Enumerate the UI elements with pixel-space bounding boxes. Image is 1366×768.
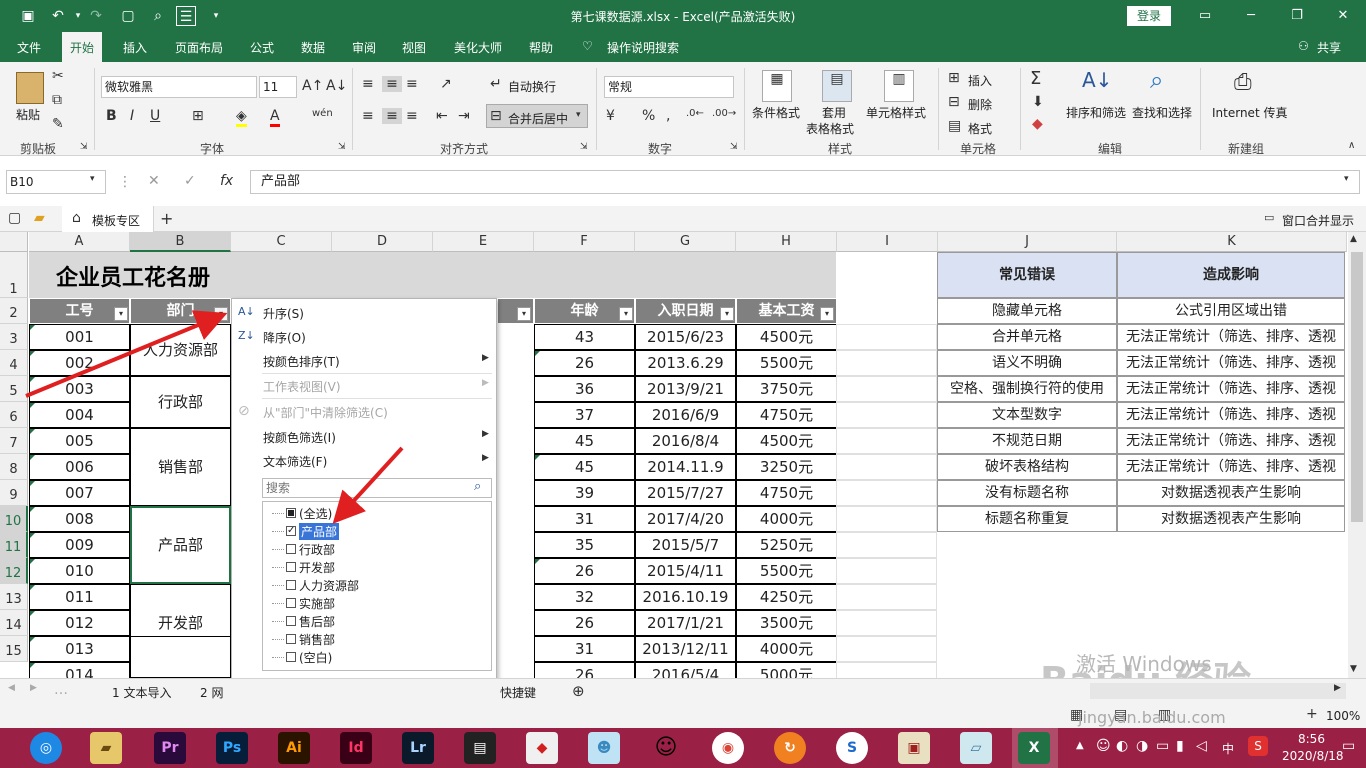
clock-date[interactable]: 2020/8/18 (1282, 749, 1344, 763)
status-bar: ▦ ▤ ▥ jingyan.baidu.com + 100% (0, 704, 1366, 728)
chrome-icon[interactable]: ◉ (712, 732, 744, 764)
tray-qq-icon[interactable]: ☺ (1096, 738, 1111, 754)
zoom-in-icon[interactable]: + (1306, 706, 1318, 722)
video-editor-icon[interactable]: ▤ (464, 732, 496, 764)
lightroom-icon[interactable]: Lr (402, 732, 434, 764)
clock-time[interactable]: 8:56 (1298, 732, 1325, 746)
notes-app-icon[interactable]: ▱ (960, 732, 992, 764)
taskbar: ◎ ▰ Pr Ps Ai Id Lr ▤ ◆ ☻ ☺ ◉ ↻ S ▣ ▱ X ▲… (0, 728, 1366, 768)
jingyan-url: jingyan.baidu.com (1078, 708, 1226, 727)
prev-sheet-icon[interactable]: ◀ (8, 683, 15, 693)
browser-360-icon[interactable]: ◎ (30, 732, 62, 764)
file-explorer-icon[interactable]: ▰ (90, 732, 122, 764)
indesign-icon[interactable]: Id (340, 732, 372, 764)
scroll-right-icon[interactable]: ▶ (1334, 683, 1341, 693)
sheet-tab-shortcuts[interactable]: 快捷键 (500, 684, 536, 701)
next-sheet-icon[interactable]: ▶ (30, 683, 37, 693)
sheet-tab-2[interactable]: 2 网 (200, 684, 223, 701)
network-icon[interactable]: ▮ (1176, 738, 1184, 754)
more-sheets-icon[interactable]: … (54, 682, 68, 698)
red-app-icon[interactable]: ◆ (526, 732, 558, 764)
cat-app-icon[interactable]: ☻ (588, 732, 620, 764)
excel-icon[interactable]: X (1018, 732, 1050, 764)
sogou-ime-icon[interactable]: S (1248, 736, 1268, 756)
sogou-icon[interactable]: S (836, 732, 868, 764)
qq-icon[interactable]: ☺ (650, 732, 682, 764)
horizontal-scrollbar[interactable] (1090, 683, 1346, 699)
red-arrow-to-item (332, 446, 404, 524)
add-sheet-icon[interactable]: ⊕ (572, 682, 585, 700)
notification-icon[interactable]: ▭ (1342, 738, 1355, 754)
illustrator-icon[interactable]: Ai (278, 732, 310, 764)
sheet-tab-1[interactable]: 1 文本导入 (112, 684, 171, 701)
zoom-level[interactable]: 100% (1326, 709, 1360, 723)
annotation-arrows (25, 310, 404, 524)
book-app-icon[interactable]: ▣ (898, 732, 930, 764)
orange-app-icon[interactable]: ↻ (774, 732, 806, 764)
tray-app2-icon[interactable]: ◑ (1136, 738, 1148, 754)
photoshop-icon[interactable]: Ps (216, 732, 248, 764)
tray-app3-icon[interactable]: ▭ (1156, 738, 1169, 754)
volume-icon[interactable]: ◁ (1196, 738, 1207, 754)
sheet-tab-bar: ◀ ▶ … 1 文本导入 2 网 快捷键 ⊕ ▶ (0, 678, 1366, 704)
red-arrow-to-filter (25, 310, 228, 398)
ime-indicator[interactable]: 中 (1222, 740, 1234, 757)
premiere-icon[interactable]: Pr (154, 732, 186, 764)
tray-expand-icon[interactable]: ▲ (1076, 740, 1084, 751)
tray-app-icon[interactable]: ◐ (1116, 738, 1128, 754)
